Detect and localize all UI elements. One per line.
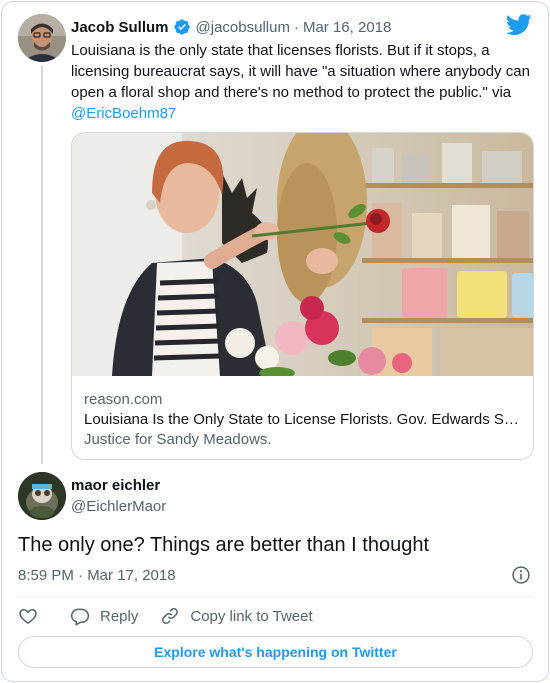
reply-timestamp[interactable]: 8:59 PM · Mar 17, 2018 xyxy=(18,566,176,586)
heart-icon xyxy=(19,608,37,624)
divider xyxy=(18,596,533,597)
reply-avatar[interactable] xyxy=(18,472,66,520)
reply-text: The only one? Things are better than I t… xyxy=(18,534,430,556)
link-icon xyxy=(162,608,179,624)
twitter-bird-icon[interactable] xyxy=(506,14,532,36)
separator: · xyxy=(293,18,299,36)
reply-button[interactable]: Reply xyxy=(70,606,138,626)
tweet-body: Louisiana is the only state that license… xyxy=(71,42,530,101)
card-title[interactable]: Louisiana Is the Only State to License F… xyxy=(84,410,524,430)
like-button[interactable] xyxy=(18,606,38,626)
copy-link-button[interactable]: Copy link to Tweet xyxy=(160,606,313,626)
reply-bubble-icon xyxy=(70,608,90,626)
tweet-embed: Jacob Sullum @jacobsullum · Mar 16, 2018… xyxy=(1,1,549,682)
thread-connector xyxy=(41,66,43,464)
parent-tweet-header: Jacob Sullum @jacobsullum · Mar 16, 2018 xyxy=(71,17,391,37)
verified-badge-icon xyxy=(173,19,190,35)
tweet-text: Louisiana is the only state that license… xyxy=(71,40,533,124)
author-name[interactable]: Jacob Sullum xyxy=(71,19,169,36)
reply-label: Reply xyxy=(100,607,139,625)
link-card[interactable]: reason.com Louisiana Is the Only State t… xyxy=(71,132,534,460)
author-handle[interactable]: @jacobsullum xyxy=(196,19,290,36)
reply-author-name[interactable]: maor eichler xyxy=(71,477,160,494)
explore-button[interactable]: Explore what's happening on Twitter xyxy=(18,636,533,668)
card-domain: reason.com xyxy=(84,391,163,408)
mention-link[interactable]: @EricBoehm87 xyxy=(71,103,533,124)
avatar[interactable] xyxy=(18,14,66,62)
reply-author-handle[interactable]: @EichlerMaor xyxy=(71,498,166,515)
copy-link-label: Copy link to Tweet xyxy=(190,607,313,625)
info-icon[interactable] xyxy=(511,565,531,585)
action-bar: Reply Copy link to Tweet xyxy=(18,604,313,628)
tweet-date[interactable]: Mar 16, 2018 xyxy=(303,19,391,36)
card-image xyxy=(72,133,533,376)
card-description: Justice for Sandy Meadows. xyxy=(84,431,272,448)
card-meta: reason.com Louisiana Is the Only State t… xyxy=(84,390,524,450)
